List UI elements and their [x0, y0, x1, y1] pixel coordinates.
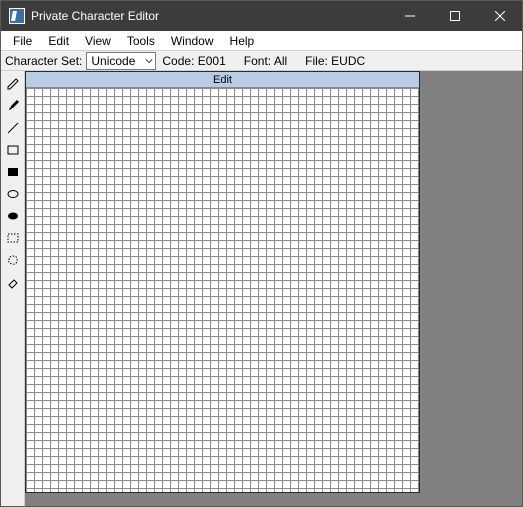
tool-rect-outline[interactable] — [3, 140, 23, 160]
font-value: All — [274, 54, 287, 68]
glyph-grid[interactable] — [26, 88, 419, 492]
code-value: E001 — [198, 54, 226, 68]
menu-view[interactable]: View — [77, 31, 119, 50]
font-label: Font: — [244, 54, 271, 68]
tool-select-free[interactable] — [3, 250, 23, 270]
infobar: Character Set: Unicode Code: E001 Font: … — [1, 51, 522, 71]
menu-tools[interactable]: Tools — [119, 31, 163, 50]
ellipse-filled-icon — [6, 209, 20, 223]
rectangle-filled-icon — [6, 165, 20, 179]
canvas-area: Edit — [25, 71, 522, 506]
tool-pencil[interactable] — [3, 74, 23, 94]
file-value: EUDC — [331, 54, 365, 68]
eraser-icon — [6, 275, 20, 289]
line-icon — [6, 121, 20, 135]
file-label: File: — [305, 54, 328, 68]
app-window: Private Character Editor File Edit View … — [0, 0, 523, 507]
brush-icon — [6, 99, 20, 113]
app-icon — [9, 8, 25, 24]
tool-rect-filled[interactable] — [3, 162, 23, 182]
tool-ellipse-filled[interactable] — [3, 206, 23, 226]
menu-edit[interactable]: Edit — [40, 31, 77, 50]
tool-line[interactable] — [3, 118, 23, 138]
edit-window-title: Edit — [26, 72, 419, 88]
tool-ellipse-outline[interactable] — [3, 184, 23, 204]
charset-value: Unicode — [91, 54, 135, 68]
client-area: Edit — [1, 71, 522, 506]
maximize-button[interactable] — [432, 1, 477, 31]
close-button[interactable] — [477, 1, 522, 31]
font-field: Font: All — [244, 54, 287, 68]
ellipse-outline-icon — [6, 187, 20, 201]
rectangle-outline-icon — [6, 143, 20, 157]
minimize-button[interactable] — [387, 1, 432, 31]
titlebar: Private Character Editor — [1, 1, 522, 31]
charset-dropdown[interactable]: Unicode — [86, 52, 156, 70]
edit-window: Edit — [25, 71, 420, 493]
charset-label: Character Set: — [1, 54, 86, 68]
code-label: Code: — [162, 54, 194, 68]
select-rect-icon — [6, 231, 20, 245]
file-field: File: EUDC — [305, 54, 365, 68]
window-controls — [387, 1, 522, 31]
code-field: Code: E001 — [162, 54, 225, 68]
tool-select-rect[interactable] — [3, 228, 23, 248]
menubar: File Edit View Tools Window Help — [1, 31, 522, 51]
menu-file[interactable]: File — [5, 31, 40, 50]
pencil-icon — [6, 77, 20, 91]
menu-help[interactable]: Help — [222, 31, 263, 50]
chevron-down-icon — [145, 57, 153, 65]
menu-window[interactable]: Window — [163, 31, 222, 50]
toolbox — [1, 71, 25, 506]
select-free-icon — [6, 253, 20, 267]
window-title: Private Character Editor — [31, 9, 387, 23]
tool-brush[interactable] — [3, 96, 23, 116]
tool-eraser[interactable] — [3, 272, 23, 292]
